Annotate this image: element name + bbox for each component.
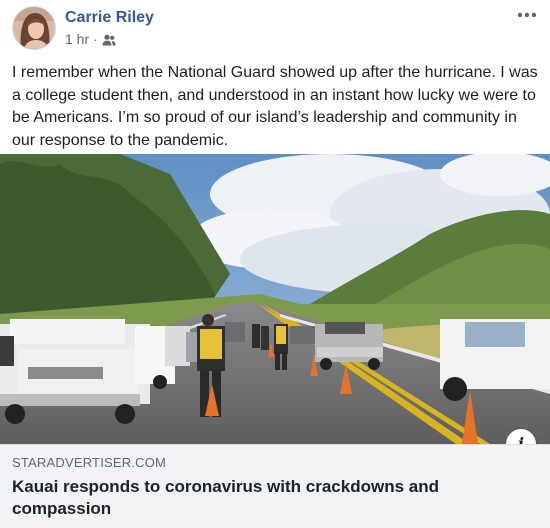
link-title[interactable]: Kauai responds to coronavirus with crack… [12,476,512,519]
link-preview-image[interactable] [0,154,550,444]
link-preview-footer[interactable]: STARADVERTISER.COM Kauai responds to cor… [0,444,550,528]
meta-separator: · [93,31,98,47]
link-domain: STARADVERTISER.COM [12,455,167,470]
post-meta: 1 hr · [65,31,116,47]
post-timestamp[interactable]: 1 hr [65,31,89,47]
author-avatar[interactable] [12,6,56,50]
post-header: Carrie Riley 1 hr · [0,0,550,56]
more-horizontal-icon[interactable] [514,6,540,24]
post-text: I remember when the National Guard showe… [12,64,538,150]
feed-post: Carrie Riley 1 hr · I remember when the … [0,0,550,528]
author-name[interactable]: Carrie Riley [65,9,154,27]
friends-icon[interactable] [102,33,116,46]
